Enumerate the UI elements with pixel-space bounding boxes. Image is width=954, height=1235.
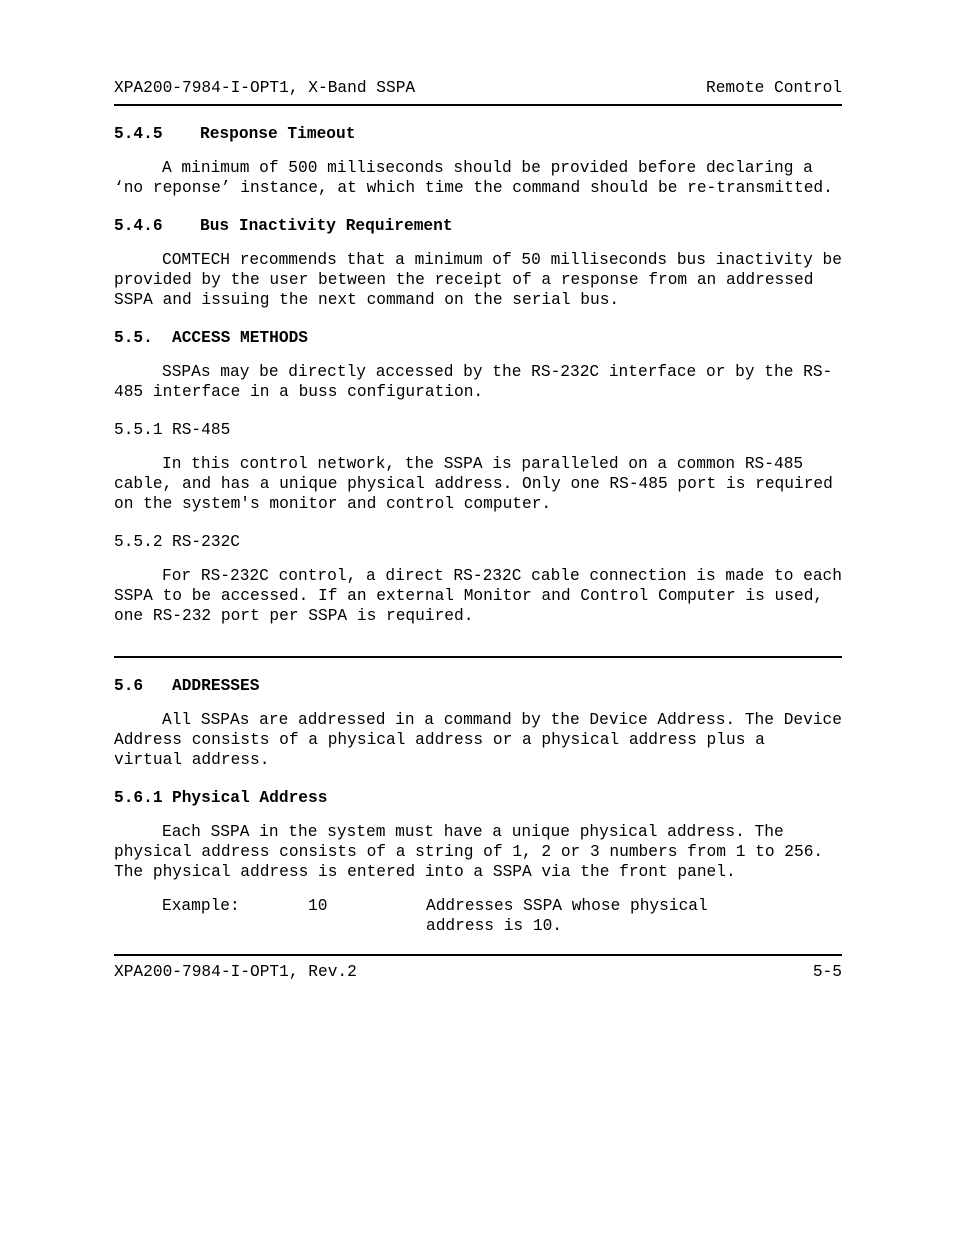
section-rule [114, 656, 842, 658]
heading-number: 5.5.2 [114, 532, 172, 552]
heading-number: 5.4.5 [114, 124, 200, 144]
paragraph: All SSPAs are addressed in a command by … [114, 710, 842, 770]
heading-5-6: 5.6ADDRESSES [114, 676, 842, 696]
example-row: Example: 10 Addresses SSPA whose physica… [162, 896, 842, 936]
document-page: XPA200-7984-I-OPT1, X-Band SSPA Remote C… [0, 0, 954, 1235]
heading-title: ACCESS METHODS [172, 329, 308, 347]
example-value: 10 [308, 896, 426, 936]
paragraph: COMTECH recommends that a minimum of 50 … [114, 250, 842, 310]
heading-number: 5.5. [114, 328, 172, 348]
footer-rule [114, 954, 842, 956]
heading-title: Bus Inactivity Requirement [200, 217, 453, 235]
heading-number: 5.6 [114, 676, 172, 696]
header-rule [114, 104, 842, 106]
heading-number: 5.6.1 [114, 788, 172, 808]
heading-title: RS-485 [172, 421, 230, 439]
paragraph: A minimum of 500 milliseconds should be … [114, 158, 842, 198]
example-desc-line1: Addresses SSPA whose physical [426, 897, 708, 915]
footer-left: XPA200-7984-I-OPT1, Rev.2 [114, 962, 357, 982]
header-right: Remote Control [706, 78, 842, 98]
heading-5-4-6: 5.4.6Bus Inactivity Requirement [114, 216, 842, 236]
heading-5-5-1: 5.5.1RS-485 [114, 420, 842, 440]
heading-5-5-2: 5.5.2RS-232C [114, 532, 842, 552]
example-desc-line2: address is 10. [426, 917, 562, 935]
example-label: Example: [162, 896, 308, 936]
footer-right: 5-5 [813, 962, 842, 982]
heading-title: Physical Address [172, 789, 327, 807]
paragraph: SSPAs may be directly accessed by the RS… [114, 362, 842, 402]
header-left: XPA200-7984-I-OPT1, X-Band SSPA [114, 78, 415, 98]
page-footer: XPA200-7984-I-OPT1, Rev.2 5-5 [114, 962, 842, 982]
heading-title: RS-232C [172, 533, 240, 551]
paragraph: For RS-232C control, a direct RS-232C ca… [114, 566, 842, 626]
heading-5-5: 5.5.ACCESS METHODS [114, 328, 842, 348]
heading-title: ADDRESSES [172, 677, 259, 695]
heading-number: 5.5.1 [114, 420, 172, 440]
heading-5-4-5: 5.4.5Response Timeout [114, 124, 842, 144]
heading-number: 5.4.6 [114, 216, 200, 236]
page-header: XPA200-7984-I-OPT1, X-Band SSPA Remote C… [114, 78, 842, 98]
example-description: Addresses SSPA whose physical address is… [426, 896, 842, 936]
paragraph: Each SSPA in the system must have a uniq… [114, 822, 842, 882]
heading-title: Response Timeout [200, 125, 355, 143]
paragraph: In this control network, the SSPA is par… [114, 454, 842, 514]
heading-5-6-1: 5.6.1Physical Address [114, 788, 842, 808]
